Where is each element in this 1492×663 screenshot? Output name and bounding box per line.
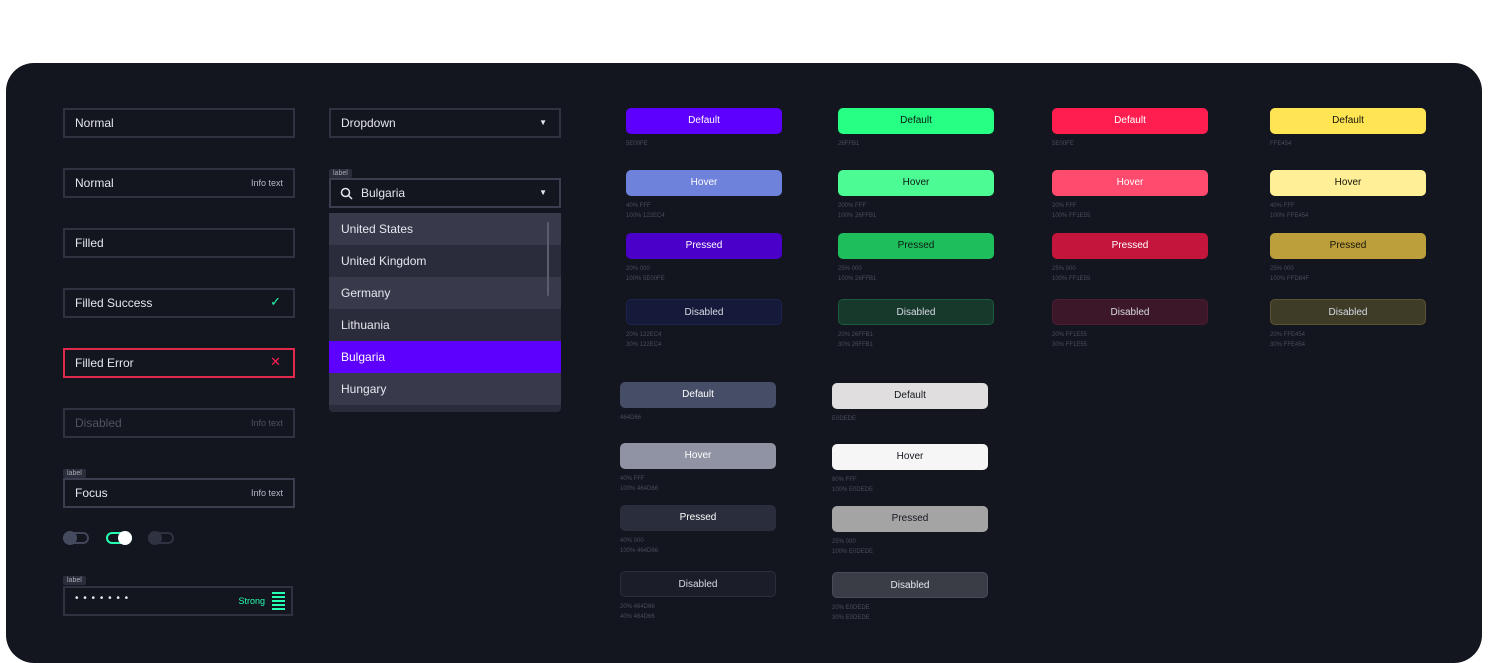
normal-input-text: Normal [75,176,114,190]
filled-success-input[interactable]: Filled Success ✓ [63,288,295,318]
disabled-input: Disabled Info text [63,408,295,438]
toggle-disabled [148,531,174,545]
light-hover-button[interactable]: Hover [832,444,988,470]
purple-default-button[interactable]: Default [626,108,782,134]
red-hover-button[interactable]: Hover [1052,170,1208,196]
slate-pressed-button[interactable]: Pressed [620,505,776,531]
yellow-default-button[interactable]: Default [1270,108,1426,134]
search-dropdown-label: label [329,169,352,178]
green-pressed-caption: 25% 000 100% 26FFB1 [838,266,877,282]
info-text: Info text [250,418,283,428]
info-text: Info text [250,488,283,498]
password-strength: Strong [238,596,265,606]
filled-input-text: Filled [75,236,104,250]
search-icon [340,187,353,200]
caret-down-icon: ▼ [539,188,547,197]
light-disabled-caption: 20% E0DEDE 30% E0DEDE [832,605,870,621]
dropdown-option-selected[interactable]: Bulgaria [329,341,561,373]
green-disabled-button: Disabled [838,299,994,325]
yellow-hover-button[interactable]: Hover [1270,170,1426,196]
dropdown-options-list: United States United Kingdom Germany Lit… [329,213,561,412]
filled-input[interactable]: Filled [63,228,295,258]
focus-field-label: label [63,469,86,478]
check-icon: ✓ [270,294,281,309]
focus-input[interactable]: Focus Info text [63,478,295,508]
purple-hover-caption: 40% FFF 100% 122EC4 [626,203,665,219]
slate-disabled-button: Disabled [620,571,776,597]
light-pressed-caption: 25% 000 100% E0DEDE [832,539,874,555]
info-text: Info text [250,178,283,188]
light-pressed-button[interactable]: Pressed [832,506,988,532]
normal-input-with-info[interactable]: Normal Info text [63,168,295,198]
toggle-off[interactable] [63,531,89,545]
dropdown-option[interactable]: Hungary [329,373,561,405]
light-default-caption: E0DEDE [832,416,857,422]
filled-success-text: Filled Success [75,296,153,310]
normal-input[interactable]: Normal [63,108,295,138]
purple-hover-button[interactable]: Hover [626,170,782,196]
yellow-pressed-caption: 25% 000 100% FFD84F [1270,266,1310,282]
dropdown-select[interactable]: Dropdown ▼ [329,108,561,138]
green-default-caption: 26FFB1 [838,141,860,147]
green-hover-caption: 200% FFF 100% 26FFB1 [838,203,877,219]
filled-error-text: Filled Error [75,356,134,370]
slate-hover-button[interactable]: Hover [620,443,776,469]
close-icon: ✕ [270,354,281,369]
yellow-default-caption: FFE454 [1270,141,1292,147]
dropdown-option[interactable]: Lithuania [329,309,561,341]
purple-pressed-button[interactable]: Pressed [626,233,782,259]
purple-disabled-caption: 20% 122EC4 30% 122EC4 [626,332,662,348]
green-pressed-button[interactable]: Pressed [838,233,994,259]
dropdown-scrollbar[interactable] [547,222,549,296]
slate-default-caption: 464D66 [620,415,642,421]
filled-error-input[interactable]: Filled Error ✕ [63,348,295,378]
red-hover-caption: 20% FFF 100% FF1E55 [1052,203,1091,219]
purple-pressed-caption: 20% 000 100% 5E00FE [626,266,665,282]
green-default-button[interactable]: Default [838,108,994,134]
strength-bars-icon [272,592,285,610]
yellow-disabled-caption: 20% FFE454 30% FFE454 [1270,332,1306,348]
purple-default-caption: 5E00FE [626,141,648,147]
yellow-hover-caption: 40% FFF 100% FFE454 [1270,203,1309,219]
password-dots: • • • • • • • [75,593,130,604]
toggle-knob [63,531,77,545]
yellow-pressed-button[interactable]: Pressed [1270,233,1426,259]
purple-disabled-button: Disabled [626,299,782,325]
dropdown-option[interactable]: United States [329,213,561,245]
dropdown-option[interactable]: Germany [329,277,561,309]
light-default-button[interactable]: Default [832,383,988,409]
normal-input-text: Normal [75,116,114,130]
toggle-knob [148,531,162,545]
slate-default-button[interactable]: Default [620,382,776,408]
disabled-input-text: Disabled [75,416,122,430]
light-hover-caption: 80% FFF 100% E0DEDE [832,477,874,493]
search-dropdown[interactable]: Bulgaria ▼ [329,178,561,208]
red-pressed-caption: 25% 000 100% FF1E55 [1052,266,1091,282]
red-pressed-button[interactable]: Pressed [1052,233,1208,259]
green-disabled-caption: 20% 26FFB1 30% 26FFB1 [838,332,874,348]
slate-hover-caption: 40% FFF 100% 464D66 [620,476,659,492]
red-default-button[interactable]: Default [1052,108,1208,134]
toggle-knob [118,531,132,545]
green-hover-button[interactable]: Hover [838,170,994,196]
light-disabled-button: Disabled [832,572,988,598]
red-default-caption: 5E00FE [1052,141,1074,147]
password-field-label: label [63,576,86,585]
slate-disabled-caption: 20% 464D66 40% 464D66 [620,604,655,620]
dropdown-placeholder: Dropdown [341,116,396,130]
red-disabled-button: Disabled [1052,299,1208,325]
password-input[interactable]: • • • • • • • Strong [63,586,293,616]
focus-input-text: Focus [75,486,108,500]
red-disabled-caption: 20% FF1E55 30% FF1E55 [1052,332,1088,348]
slate-pressed-caption: 40% 000 100% 464D66 [620,538,659,554]
dropdown-option[interactable]: United Kingdom [329,245,561,277]
caret-down-icon: ▼ [539,118,547,127]
search-dropdown-value: Bulgaria [361,186,406,200]
toggle-on[interactable] [106,531,132,545]
yellow-disabled-button: Disabled [1270,299,1426,325]
